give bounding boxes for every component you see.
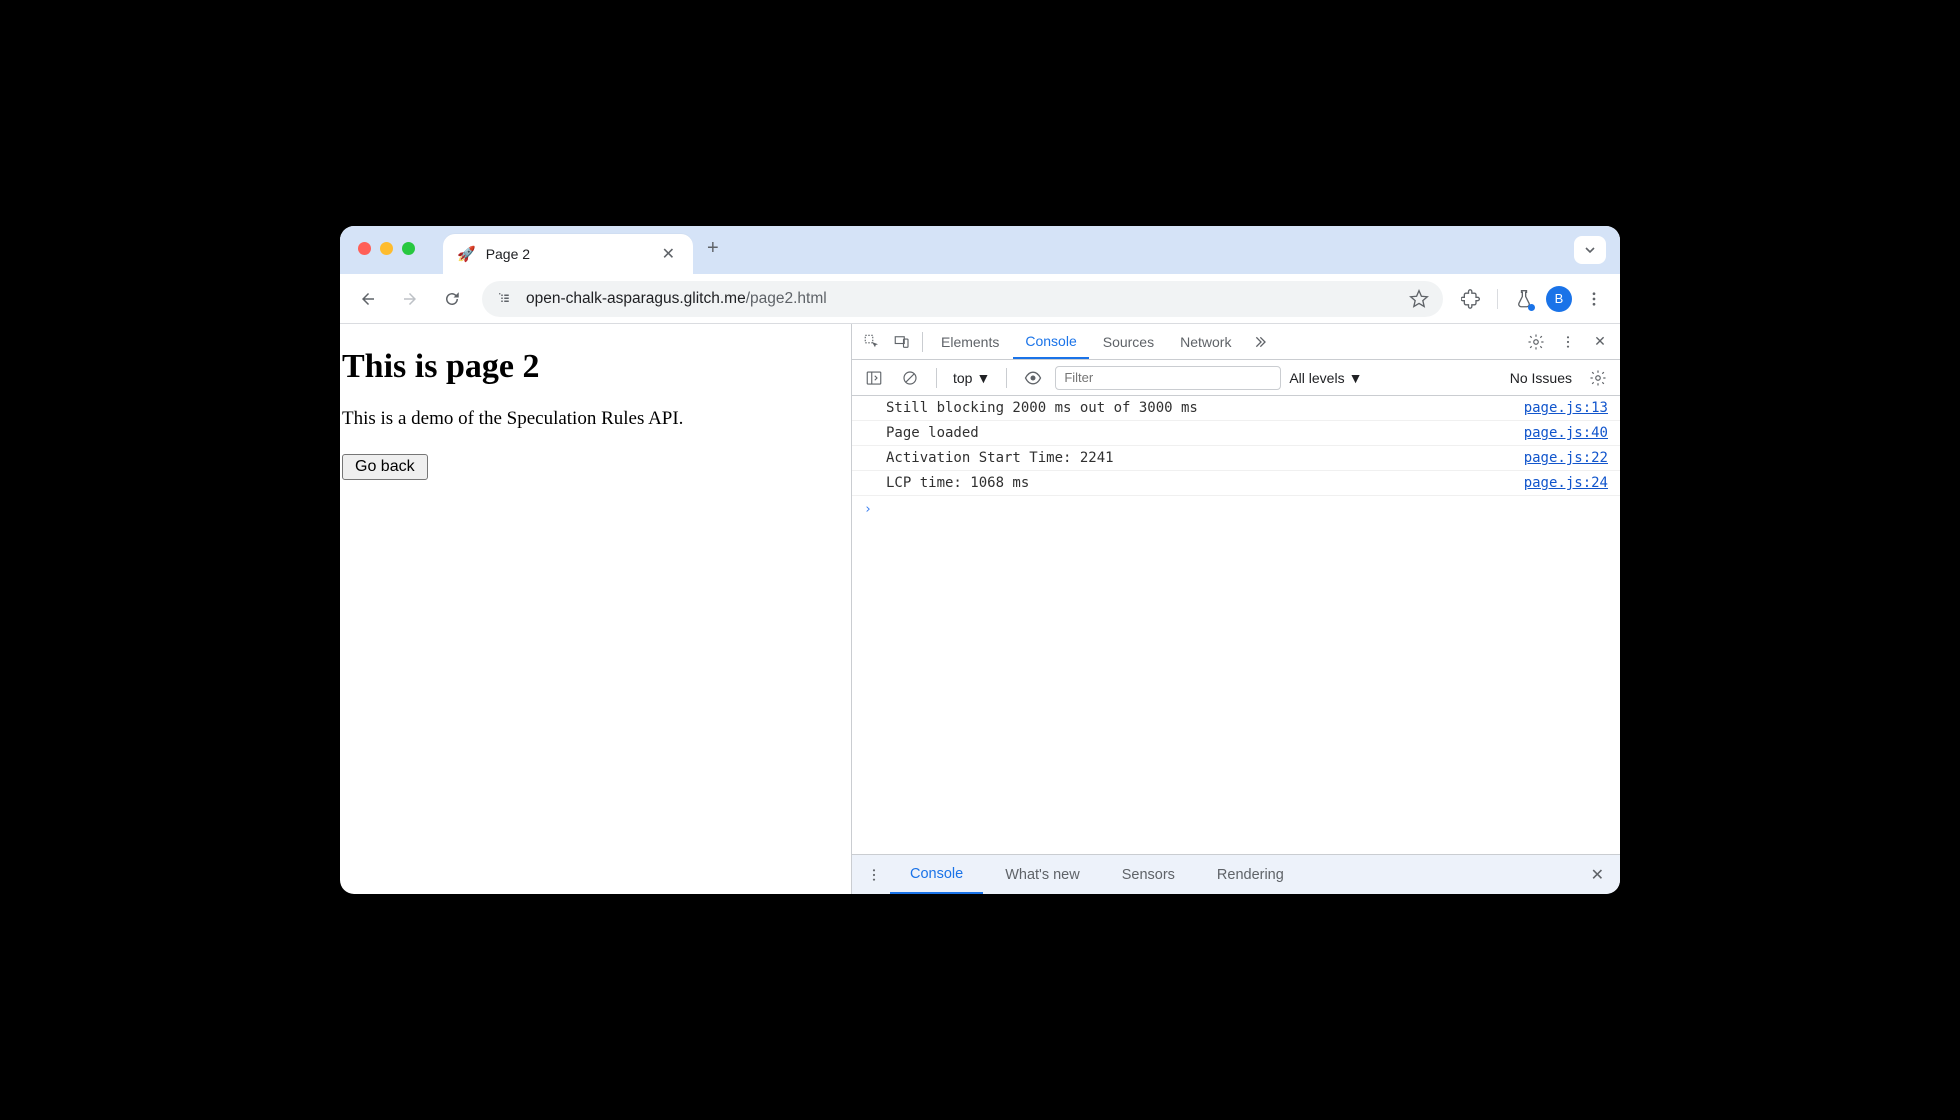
browser-window: 🚀 Page 2 ✕ + open-chalk-asparagus.glitch… bbox=[340, 226, 1620, 894]
devtools-close-icon[interactable]: ✕ bbox=[1586, 328, 1614, 356]
log-message: Still blocking 2000 ms out of 3000 ms bbox=[886, 400, 1512, 416]
window-controls bbox=[358, 242, 415, 255]
devtools-more-icon[interactable] bbox=[1554, 328, 1582, 356]
context-selector[interactable]: top ▼ bbox=[949, 370, 994, 386]
reload-button[interactable] bbox=[434, 281, 470, 317]
chrome-menu-button[interactable] bbox=[1578, 283, 1610, 315]
chevron-down-icon: ▼ bbox=[1349, 370, 1363, 386]
console-divider-1 bbox=[936, 368, 937, 388]
tab-console[interactable]: Console bbox=[1013, 324, 1088, 359]
toggle-sidebar-icon[interactable] bbox=[860, 364, 888, 392]
devtools-panel: Elements Console Sources Network ✕ bbox=[852, 324, 1620, 894]
drawer-tab-console[interactable]: Console bbox=[890, 855, 983, 894]
drawer-tab-whatsnew[interactable]: What's new bbox=[985, 855, 1100, 894]
console-log-row: LCP time: 1068 ms page.js:24 bbox=[852, 471, 1620, 496]
drawer-tab-rendering[interactable]: Rendering bbox=[1197, 855, 1304, 894]
context-label: top bbox=[953, 370, 972, 386]
browser-toolbar: open-chalk-asparagus.glitch.me/page2.htm… bbox=[340, 274, 1620, 324]
address-bar[interactable]: open-chalk-asparagus.glitch.me/page2.htm… bbox=[482, 281, 1443, 317]
browser-tab[interactable]: 🚀 Page 2 ✕ bbox=[443, 234, 693, 274]
labs-button[interactable] bbox=[1508, 283, 1540, 315]
forward-button[interactable] bbox=[392, 281, 428, 317]
console-filter-input[interactable] bbox=[1055, 366, 1281, 390]
close-window-button[interactable] bbox=[358, 242, 371, 255]
devtools-tabstrip: Elements Console Sources Network ✕ bbox=[852, 324, 1620, 360]
console-output: Still blocking 2000 ms out of 3000 ms pa… bbox=[852, 396, 1620, 854]
url-path: /page2.html bbox=[746, 290, 827, 307]
device-toolbar-icon[interactable] bbox=[888, 328, 916, 356]
console-log-row: Still blocking 2000 ms out of 3000 ms pa… bbox=[852, 396, 1620, 421]
close-tab-button[interactable]: ✕ bbox=[662, 244, 679, 264]
drawer-close-icon[interactable]: ✕ bbox=[1583, 865, 1612, 885]
console-divider-2 bbox=[1006, 368, 1007, 388]
labs-notification-dot bbox=[1528, 304, 1535, 311]
content-area: This is page 2 This is a demo of the Spe… bbox=[340, 324, 1620, 894]
levels-label: All levels bbox=[1289, 370, 1344, 386]
avatar-letter: B bbox=[1555, 291, 1564, 306]
devtools-settings-icon[interactable] bbox=[1522, 328, 1550, 356]
url-text: open-chalk-asparagus.glitch.me/page2.htm… bbox=[526, 290, 827, 308]
tab-sources[interactable]: Sources bbox=[1091, 324, 1166, 359]
go-back-button[interactable]: Go back bbox=[342, 454, 428, 480]
page-heading: This is page 2 bbox=[342, 348, 849, 386]
devtools-drawer: Console What's new Sensors Rendering ✕ bbox=[852, 854, 1620, 894]
tab-elements[interactable]: Elements bbox=[929, 324, 1011, 359]
inspect-element-icon[interactable] bbox=[858, 328, 886, 356]
console-settings-icon[interactable] bbox=[1584, 364, 1612, 392]
console-toolbar: top ▼ All levels ▼ No Issues bbox=[852, 360, 1620, 396]
page-paragraph: This is a demo of the Speculation Rules … bbox=[342, 408, 849, 430]
devtools-divider bbox=[922, 332, 923, 352]
tabstrip: 🚀 Page 2 ✕ + bbox=[340, 226, 1620, 274]
maximize-window-button[interactable] bbox=[402, 242, 415, 255]
site-settings-icon[interactable] bbox=[496, 290, 514, 308]
drawer-tab-sensors[interactable]: Sensors bbox=[1102, 855, 1195, 894]
live-expression-icon[interactable] bbox=[1019, 364, 1047, 392]
tab-favicon: 🚀 bbox=[457, 245, 476, 263]
log-message: LCP time: 1068 ms bbox=[886, 475, 1512, 491]
log-source-link[interactable]: page.js:13 bbox=[1524, 400, 1608, 416]
console-log-row: Activation Start Time: 2241 page.js:22 bbox=[852, 446, 1620, 471]
tab-network[interactable]: Network bbox=[1168, 324, 1243, 359]
drawer-more-icon[interactable] bbox=[860, 861, 888, 889]
page-viewport: This is page 2 This is a demo of the Spe… bbox=[340, 324, 852, 894]
issues-status[interactable]: No Issues bbox=[1510, 370, 1572, 386]
bookmark-icon[interactable] bbox=[1409, 289, 1429, 309]
log-source-link[interactable]: page.js:22 bbox=[1524, 450, 1608, 466]
new-tab-button[interactable]: + bbox=[707, 237, 719, 260]
minimize-window-button[interactable] bbox=[380, 242, 393, 255]
tab-search-button[interactable] bbox=[1574, 236, 1606, 264]
profile-avatar[interactable]: B bbox=[1546, 286, 1572, 312]
log-message: Activation Start Time: 2241 bbox=[886, 450, 1512, 466]
chevron-down-icon: ▼ bbox=[976, 370, 990, 386]
log-source-link[interactable]: page.js:24 bbox=[1524, 475, 1608, 491]
url-host: open-chalk-asparagus.glitch.me bbox=[526, 290, 746, 307]
more-tabs-icon[interactable] bbox=[1245, 328, 1273, 356]
tab-title: Page 2 bbox=[486, 246, 530, 262]
clear-console-icon[interactable] bbox=[896, 364, 924, 392]
log-message: Page loaded bbox=[886, 425, 1512, 441]
back-button[interactable] bbox=[350, 281, 386, 317]
console-prompt[interactable]: › bbox=[852, 496, 1620, 523]
log-levels-selector[interactable]: All levels ▼ bbox=[1289, 370, 1362, 386]
log-source-link[interactable]: page.js:40 bbox=[1524, 425, 1608, 441]
toolbar-divider bbox=[1497, 289, 1498, 309]
console-log-row: Page loaded page.js:40 bbox=[852, 421, 1620, 446]
extensions-button[interactable] bbox=[1455, 283, 1487, 315]
